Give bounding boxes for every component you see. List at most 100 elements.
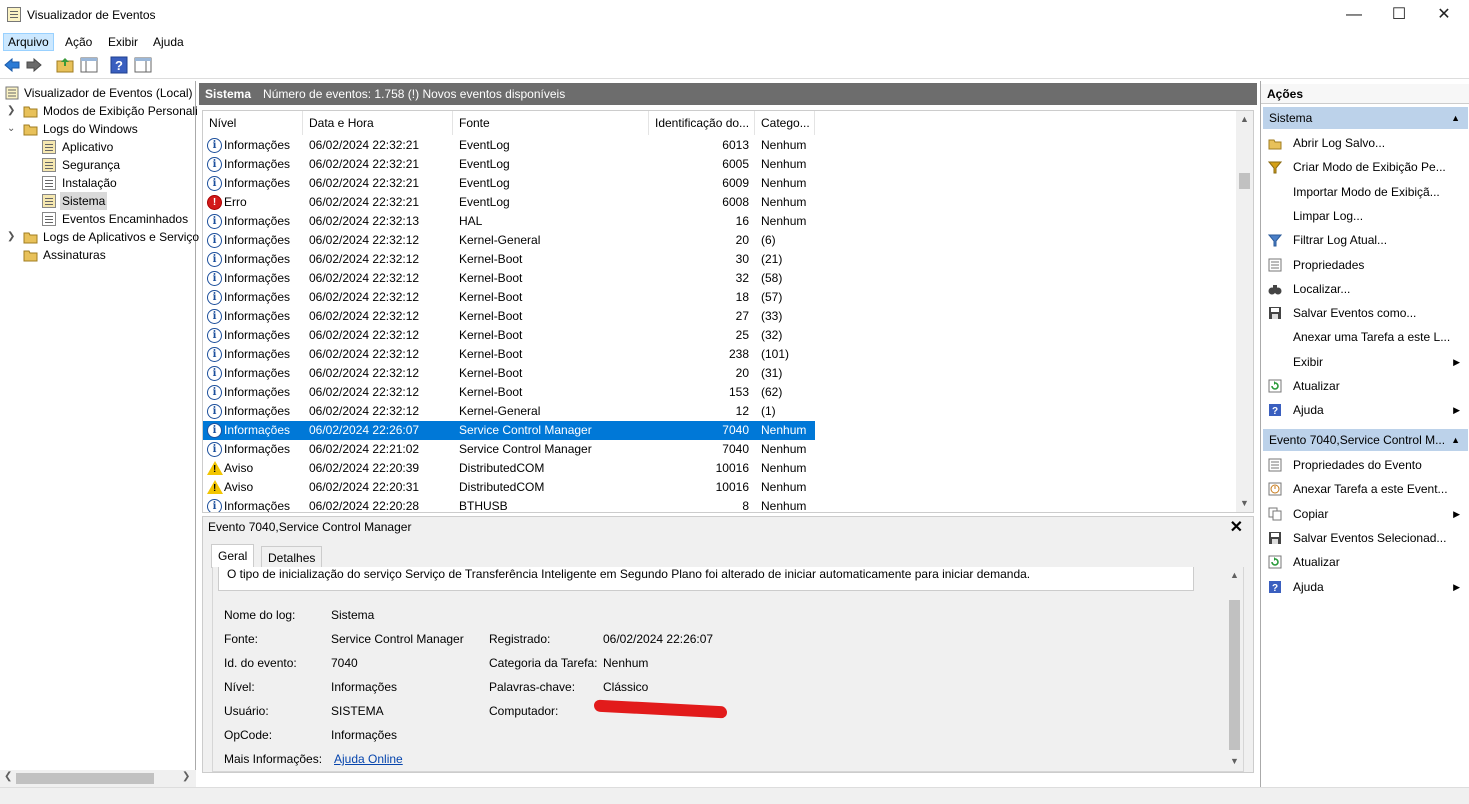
event-row[interactable]: i Informações 06/02/2024 22:32:12 Kernel-Bo…	[203, 345, 815, 364]
event-row[interactable]: i Informações 06/02/2024 22:32:12 Kernel-Ge…	[203, 402, 815, 421]
tree-horizontal-scrollbar[interactable]: ❮ ❯	[0, 770, 196, 787]
action-sistema-9[interactable]: Exibir ▶	[1261, 351, 1468, 373]
tree-item-aplicativo[interactable]: Aplicativo	[0, 138, 115, 156]
action-sistema-4[interactable]: Filtrar Log Atual...	[1261, 229, 1468, 251]
tab-geral[interactable]: Geral	[211, 544, 255, 568]
scroll-up-icon[interactable]: ▲	[1236, 111, 1253, 128]
events-vertical-scrollbar[interactable]: ▲ ▼	[1236, 111, 1253, 512]
cell-level: Informações	[224, 347, 291, 361]
event-row[interactable]: Aviso 06/02/2024 22:20:31 DistributedCOM 10…	[203, 478, 815, 497]
event-row[interactable]: i Informações 06/02/2024 22:21:02 Service C…	[203, 440, 815, 459]
action-sistema-2[interactable]: Importar Modo de Exibiçã...	[1261, 181, 1468, 203]
action-event-2[interactable]: Copiar ▶	[1261, 503, 1468, 525]
tree-item-encaminhados[interactable]: Eventos Encaminhados	[0, 210, 190, 228]
online-help-link[interactable]: Ajuda Online	[334, 752, 403, 766]
tree-item-windows-logs[interactable]: ⌄ Logs do Windows	[0, 120, 140, 138]
action-sistema-0[interactable]: Abrir Log Salvo...	[1261, 132, 1468, 154]
action-sistema-10[interactable]: Atualizar	[1261, 375, 1468, 397]
scroll-thumb[interactable]	[1229, 600, 1240, 750]
action-event-3[interactable]: Salvar Eventos Selecionad...	[1261, 527, 1468, 549]
maximize-button[interactable]: ☐	[1376, 0, 1422, 30]
tree-item-seguranca[interactable]: Segurança	[0, 156, 122, 174]
event-row[interactable]: i Informações 06/02/2024 22:20:28 BTHUSB 8 Ne…	[203, 497, 815, 512]
scroll-right-icon[interactable]: ❯	[182, 771, 190, 782]
event-row[interactable]: i Informações 06/02/2024 22:26:07 Service C…	[203, 421, 815, 440]
cell-id: 30	[735, 252, 749, 266]
event-row[interactable]: i Informações 06/02/2024 22:32:12 Kernel-Bo…	[203, 326, 815, 345]
tree-item-assinaturas[interactable]: Assinaturas	[0, 246, 108, 264]
detail-vertical-scrollbar[interactable]: ▲ ▼	[1226, 567, 1243, 770]
event-row[interactable]: Aviso 06/02/2024 22:20:39 DistributedCOM 10…	[203, 459, 815, 478]
column-header-date[interactable]: Data e Hora	[303, 111, 453, 135]
close-button[interactable]: ✕	[1421, 0, 1467, 30]
event-row[interactable]: ! Erro 06/02/2024 22:32:21 EventLog 6008 Nenh…	[203, 193, 815, 212]
close-icon[interactable]: ✕	[1230, 517, 1243, 537]
actions-section-sistema[interactable]: Sistema ▲	[1263, 107, 1468, 129]
action-label: Salvar Eventos como...	[1293, 306, 1417, 321]
tree-item-apps-services[interactable]: ❯ Logs de Aplicativos e Serviço	[0, 228, 201, 246]
event-row[interactable]: i Informações 06/02/2024 22:32:12 Kernel-Bo…	[203, 364, 815, 383]
menu-acao[interactable]: Ação	[61, 33, 96, 51]
help-icon[interactable]: ?	[110, 56, 128, 74]
minimize-button[interactable]: —	[1331, 0, 1377, 30]
event-row[interactable]: i Informações 06/02/2024 22:32:12 Kernel-Bo…	[203, 383, 815, 402]
show-hide-tree-icon[interactable]	[80, 56, 98, 74]
action-event-0[interactable]: Propriedades do Evento	[1261, 454, 1468, 476]
action-event-5[interactable]: ? Ajuda ▶	[1261, 576, 1468, 598]
cell-cat: Nenhum	[761, 442, 807, 456]
scroll-down-icon[interactable]: ▼	[1236, 495, 1253, 512]
forward-arrow-icon[interactable]	[25, 56, 43, 74]
event-row[interactable]: i Informações 06/02/2024 22:32:12 Kernel-Bo…	[203, 288, 815, 307]
tree-item-instalacao[interactable]: Instalação	[0, 174, 119, 192]
column-header-event-id[interactable]: Identificação do...	[649, 111, 755, 135]
menu-ajuda[interactable]: Ajuda	[149, 33, 188, 51]
scroll-thumb[interactable]	[1239, 173, 1250, 189]
source-value: Service Control Manager	[331, 632, 464, 646]
scroll-left-icon[interactable]: ❮	[4, 771, 12, 782]
event-row[interactable]: i Informações 06/02/2024 22:32:21 EventLog 6…	[203, 174, 815, 193]
tree-item-custom-views[interactable]: ❯ Modos de Exibição Personali	[0, 102, 200, 120]
events-grid: Nível Data e Hora Fonte Identificação do…	[202, 110, 1254, 513]
menu-exibir[interactable]: Exibir	[104, 33, 142, 51]
column-header-source[interactable]: Fonte	[453, 111, 649, 135]
actions-section-event[interactable]: Evento 7040,Service Control M... ▲	[1263, 429, 1468, 451]
tree-item-root[interactable]: Visualizador de Eventos (Local)	[0, 84, 195, 102]
cell-date: 06/02/2024 22:32:21	[309, 157, 420, 171]
action-sistema-5[interactable]: Propriedades	[1261, 254, 1468, 276]
action-sistema-7[interactable]: Salvar Eventos como...	[1261, 302, 1468, 324]
up-folder-icon[interactable]	[56, 56, 74, 74]
scroll-down-icon[interactable]: ▼	[1226, 753, 1243, 770]
chevron-down-icon[interactable]: ⌄	[7, 120, 16, 138]
chevron-right-icon[interactable]: ❯	[7, 228, 16, 246]
action-event-1[interactable]: Anexar Tarefa a este Event...	[1261, 478, 1468, 500]
collapse-icon[interactable]: ▲	[1451, 429, 1460, 451]
show-actions-pane-icon[interactable]	[134, 56, 152, 74]
event-row[interactable]: i Informações 06/02/2024 22:32:12 Kernel-Ge…	[203, 231, 815, 250]
scroll-up-icon[interactable]: ▲	[1226, 567, 1243, 584]
back-arrow-icon[interactable]	[3, 56, 21, 74]
event-row[interactable]: i Informações 06/02/2024 22:32:12 Kernel-Bo…	[203, 269, 815, 288]
tab-detalhes[interactable]: Detalhes	[261, 546, 323, 568]
event-row[interactable]: i Informações 06/02/2024 22:32:13 HAL 16 Nenh…	[203, 212, 815, 231]
action-event-4[interactable]: Atualizar	[1261, 551, 1468, 573]
column-header-level[interactable]: Nível	[203, 111, 303, 135]
action-sistema-11[interactable]: ? Ajuda ▶	[1261, 399, 1468, 421]
event-row[interactable]: i Informações 06/02/2024 22:32:12 Kernel-Bo…	[203, 307, 815, 326]
action-sistema-1[interactable]: Criar Modo de Exibição Pe...	[1261, 156, 1468, 178]
action-sistema-3[interactable]: Limpar Log...	[1261, 205, 1468, 227]
tree-label: Logs de Aplicativos e Serviço	[43, 230, 200, 244]
tree-item-sistema[interactable]: Sistema	[0, 192, 108, 210]
cell-date: 06/02/2024 22:32:12	[309, 290, 420, 304]
menu-arquivo[interactable]: Arquivo	[3, 33, 54, 51]
cell-id: 10016	[715, 461, 749, 475]
event-row[interactable]: i Informações 06/02/2024 22:32:21 EventLog 6…	[203, 155, 815, 174]
chevron-right-icon[interactable]: ❯	[7, 102, 16, 120]
cell-id: 7040	[722, 442, 749, 456]
scroll-thumb[interactable]	[16, 773, 154, 784]
collapse-icon[interactable]: ▲	[1451, 107, 1460, 129]
column-header-category[interactable]: Catego...	[755, 111, 815, 135]
action-sistema-8[interactable]: Anexar uma Tarefa a este L...	[1261, 326, 1468, 348]
event-row[interactable]: i Informações 06/02/2024 22:32:12 Kernel-Bo…	[203, 250, 815, 269]
event-row[interactable]: i Informações 06/02/2024 22:32:21 EventLog 6…	[203, 136, 815, 155]
action-sistema-6[interactable]: Localizar...	[1261, 278, 1468, 300]
